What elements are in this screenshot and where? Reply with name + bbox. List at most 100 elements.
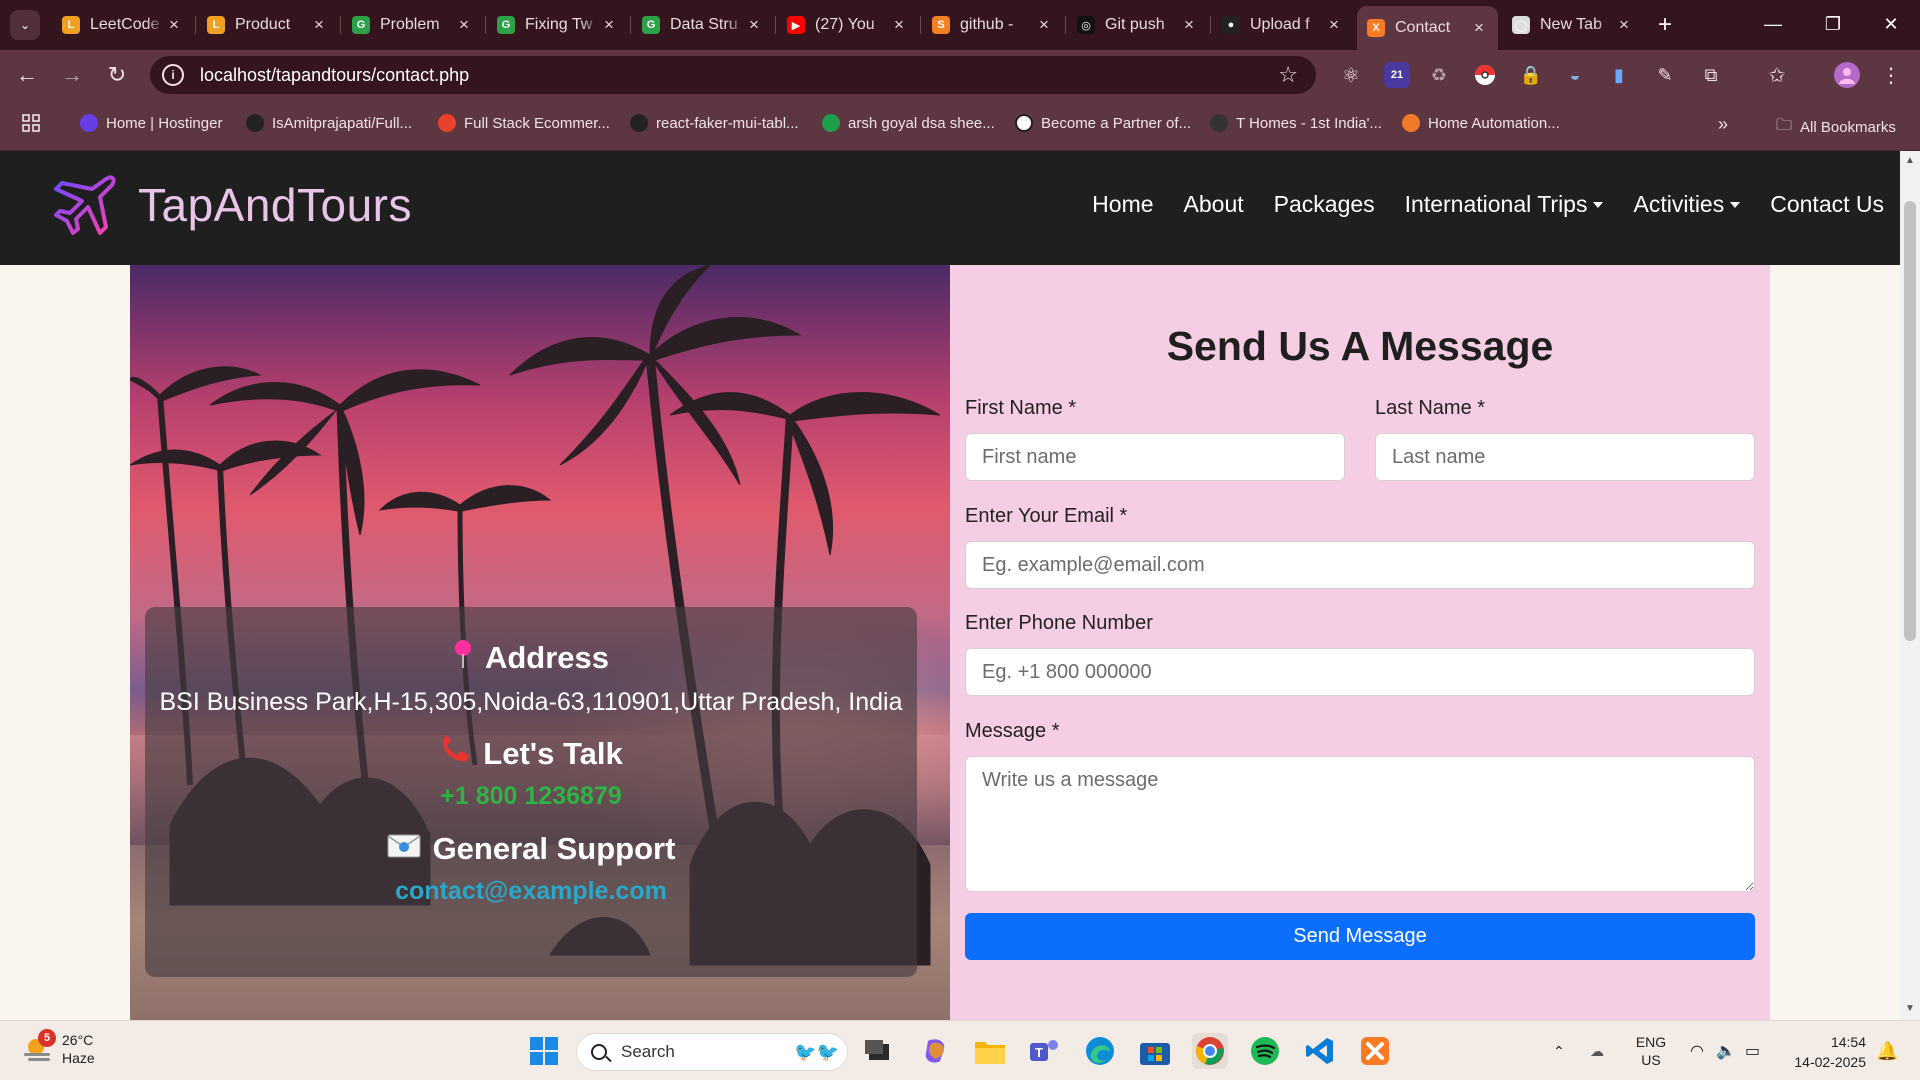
bookmark-item[interactable]: IsAmitprajapati/Full...: [246, 114, 412, 132]
tab-close-icon[interactable]: ×: [310, 15, 328, 35]
bookmark-item[interactable]: Full Stack Ecommer...: [438, 114, 610, 132]
more-bookmarks-chevron-icon[interactable]: »: [1718, 114, 1728, 135]
scroll-down-arrow-icon[interactable]: ▼: [1904, 1003, 1916, 1014]
bookmark-item[interactable]: arsh goyal dsa shee...: [822, 114, 995, 132]
eyedropper-extension-icon[interactable]: ✎: [1652, 62, 1678, 88]
partner-icon: [1015, 114, 1033, 132]
browser-tab[interactable]: ▶ (27) You ×: [777, 8, 918, 42]
tab-close-icon[interactable]: ×: [600, 15, 618, 35]
email-input[interactable]: [965, 541, 1755, 589]
speed-extension-icon[interactable]: ◒: [1562, 62, 1588, 88]
onedrive-error-icon[interactable]: ☁: [1590, 1021, 1604, 1080]
nav-contact-us[interactable]: Contact Us: [1770, 191, 1884, 218]
tab-close-icon[interactable]: ×: [1615, 15, 1633, 35]
volume-icon[interactable]: 🔈: [1716, 1021, 1736, 1080]
address-bar[interactable]: i localhost/tapandtours/contact.php ☆: [150, 56, 1316, 94]
bookmark-item[interactable]: T Homes - 1st India'...: [1210, 114, 1382, 132]
scroll-up-arrow-icon[interactable]: ▲: [1904, 155, 1916, 166]
tab-close-icon[interactable]: ×: [1035, 15, 1053, 35]
phone-link[interactable]: +1 800 1236879: [145, 782, 917, 811]
phone-input[interactable]: [965, 648, 1755, 696]
page-scrollbar[interactable]: ▲ ▼: [1900, 151, 1920, 1020]
bookmark-star-icon[interactable]: ☆: [1278, 62, 1298, 88]
notification-bell-icon[interactable]: 🔔: [1876, 1021, 1898, 1080]
tab-close-icon[interactable]: ×: [165, 15, 183, 35]
battery-icon[interactable]: ▭: [1745, 1021, 1760, 1080]
browser-tab[interactable]: ◎ Git push ×: [1067, 8, 1208, 42]
extensions-puzzle-icon[interactable]: ⧉: [1698, 62, 1724, 88]
docs-extension-icon[interactable]: ▮: [1606, 62, 1632, 88]
browser-tab[interactable]: G Problem ×: [342, 8, 483, 42]
show-hidden-icons-chevron[interactable]: ⌃: [1553, 1021, 1565, 1080]
lock-extension-icon[interactable]: 🔒: [1518, 62, 1544, 88]
tab-close-icon[interactable]: ×: [1470, 18, 1488, 38]
new-tab-button[interactable]: +: [1650, 10, 1680, 40]
teams-icon[interactable]: T: [1027, 1033, 1063, 1069]
weather-widget[interactable]: 5 26°C Haze: [22, 1029, 95, 1067]
browser-tab[interactable]: L Product ×: [197, 8, 338, 42]
vscode-icon[interactable]: [1302, 1033, 1338, 1069]
site-info-icon[interactable]: i: [162, 64, 184, 86]
profile-avatar[interactable]: [1834, 62, 1860, 88]
tab-close-icon[interactable]: ×: [455, 15, 473, 35]
close-window-button[interactable]: ✕: [1862, 0, 1920, 48]
browser-tab[interactable]: G Data Stru ×: [632, 8, 773, 42]
send-message-button[interactable]: Send Message: [965, 913, 1755, 960]
file-explorer-icon[interactable]: [972, 1033, 1008, 1069]
nav-activities[interactable]: Activities: [1633, 191, 1741, 218]
browser-tab[interactable]: X Contact ×: [1357, 6, 1498, 50]
wifi-icon[interactable]: ◠: [1690, 1021, 1704, 1080]
hostinger-icon: [80, 114, 98, 132]
taskbar-search[interactable]: Search 🐦🐦: [576, 1033, 848, 1071]
language-indicator[interactable]: ENG US: [1636, 1021, 1666, 1080]
spotify-icon[interactable]: [1247, 1033, 1283, 1069]
restore-button[interactable]: ❐: [1804, 0, 1862, 48]
last-name-input[interactable]: [1375, 433, 1755, 481]
microsoft-store-icon[interactable]: [1137, 1033, 1173, 1069]
tab-close-icon[interactable]: ×: [890, 15, 908, 35]
task-view-icon[interactable]: [860, 1033, 896, 1069]
tab-search-button[interactable]: ⌄: [10, 10, 40, 40]
browser-tab[interactable]: Sgithub - ×: [922, 8, 1063, 42]
chrome-menu-icon[interactable]: ⋮: [1878, 62, 1904, 88]
apps-grid-icon[interactable]: [22, 114, 40, 132]
chrome-taskbar-icon[interactable]: [1192, 1033, 1228, 1069]
nav-home[interactable]: Home: [1092, 191, 1153, 218]
copilot-icon[interactable]: [918, 1033, 954, 1069]
react-devtools-icon[interactable]: ⚛: [1338, 62, 1364, 88]
reload-button[interactable]: ↻: [102, 60, 132, 90]
reading-list-icon[interactable]: ✩: [1764, 62, 1790, 88]
bookmark-item[interactable]: Home Automation...: [1402, 114, 1560, 132]
tab-close-icon[interactable]: ×: [745, 15, 763, 35]
system-clock[interactable]: 14:54 14-02-2025: [1782, 1032, 1866, 1072]
tab-close-icon[interactable]: ×: [1180, 15, 1198, 35]
message-textarea[interactable]: [965, 756, 1755, 892]
bookmark-item[interactable]: react-faker-mui-tabl...: [630, 114, 799, 132]
tab-close-icon[interactable]: ×: [1325, 15, 1343, 35]
scrollbar-thumb[interactable]: [1904, 201, 1916, 641]
bookmark-item[interactable]: Home | Hostinger: [80, 114, 222, 132]
browser-tab[interactable]: ● Upload f ×: [1212, 8, 1353, 42]
tab-title: New Tab: [1540, 16, 1602, 33]
edge-icon[interactable]: [1082, 1033, 1118, 1069]
minimize-button[interactable]: —: [1744, 0, 1802, 48]
xampp-icon[interactable]: [1357, 1033, 1393, 1069]
forward-button[interactable]: →: [57, 60, 87, 90]
browser-tab[interactable]: L LeetCode ×: [52, 8, 193, 42]
all-bookmarks-button[interactable]: 🗀 All Bookmarks: [1776, 114, 1896, 141]
back-button[interactable]: ←: [12, 60, 42, 90]
extension-badge-icon[interactable]: 21: [1384, 62, 1410, 88]
browser-tab[interactable]: G Fixing Tw ×: [487, 8, 628, 42]
url-text[interactable]: localhost/tapandtours/contact.php: [200, 65, 1278, 86]
bookmark-item[interactable]: Become a Partner of...: [1015, 114, 1191, 132]
recycle-extension-icon[interactable]: ♻: [1426, 62, 1452, 88]
first-name-input[interactable]: [965, 433, 1345, 481]
nav-international-trips[interactable]: International Trips: [1405, 191, 1604, 218]
email-link[interactable]: contact@example.com: [145, 877, 917, 906]
pokeball-extension-icon[interactable]: [1472, 62, 1498, 88]
windows-start-icon[interactable]: [526, 1033, 562, 1069]
nav-packages[interactable]: Packages: [1274, 191, 1375, 218]
nav-about[interactable]: About: [1184, 191, 1244, 218]
site-brand[interactable]: TapAndTours: [52, 171, 412, 239]
browser-tab[interactable]: ◯ New Tab ×: [1502, 8, 1643, 42]
